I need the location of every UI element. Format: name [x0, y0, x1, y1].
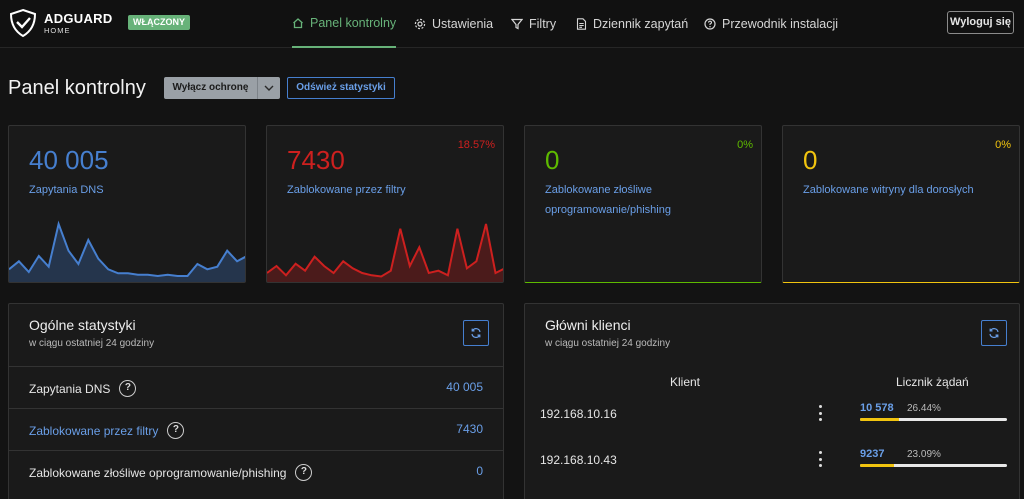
panel-subtitle: w ciągu ostatniej 24 godziny [545, 338, 671, 349]
help-icon[interactable]: ? [119, 380, 137, 397]
panel-title: Główni klienci [545, 317, 631, 333]
panel-subtitle: w ciągu ostatniej 24 godziny [29, 338, 155, 349]
filter-icon [511, 18, 523, 30]
protection-status-badge: WŁĄCZONY [128, 15, 190, 30]
blocked-filters-card: 18.57% 7430 Zablokowane przez filtry [266, 125, 504, 283]
request-percent: 26.44% [907, 403, 941, 414]
stat-row-label: Zablokowane złośliwe oprogramowanie/phis… [29, 465, 287, 480]
nav-label: Ustawienia [432, 17, 494, 31]
refresh-general-stats-button[interactable] [463, 320, 489, 346]
card-percent: 18.57% [457, 139, 495, 151]
stat-row-value[interactable]: 40 005 [446, 380, 483, 394]
request-percent: 23.09% [907, 449, 941, 460]
panel-title: Ogólne statystyki [29, 317, 136, 333]
gear-icon [414, 18, 426, 30]
dns-queries-card: 40 005 Zapytania DNS [8, 125, 246, 283]
nav-setup-guide[interactable]: Przewodnik instalacji [704, 0, 838, 48]
refresh-icon [471, 328, 481, 338]
nav-dashboard[interactable]: Panel kontrolny [292, 0, 397, 48]
card-value: 0 [545, 145, 560, 175]
column-header-requests[interactable]: Licznik żądań [896, 375, 969, 389]
stat-row-label-link[interactable]: Zablokowane przez filtry [29, 424, 158, 438]
more-options-icon[interactable] [815, 403, 825, 423]
help-icon[interactable]: ? [167, 422, 185, 439]
card-value: 7430 [287, 145, 345, 175]
card-label: Zapytania DNS [29, 184, 104, 196]
nav-label: Filtry [529, 17, 557, 31]
chevron-down-icon [264, 85, 274, 91]
dns-queries-sparkline [9, 220, 245, 282]
card-value: 0 [803, 145, 818, 175]
protection-dropdown-toggle[interactable] [257, 77, 280, 99]
nav-label: Dziennik zapytań [593, 17, 689, 31]
blocked-adult-card: 0% 0 Zablokowane witryny dla dorosłych [782, 125, 1020, 283]
card-value: 40 005 [29, 145, 109, 175]
request-share-bar [860, 418, 1007, 421]
brand-subtitle: HOME [44, 26, 71, 35]
client-row: 192.168.10.43 9237 23.09% [525, 448, 1019, 497]
nav-filters[interactable]: Filtry [511, 0, 556, 48]
stat-row-blocked-malware: Zablokowane złośliwe oprogramowanie/phis… [9, 450, 503, 491]
help-circle-icon [704, 18, 716, 30]
request-share-fill [860, 418, 899, 421]
general-statistics-panel: Ogólne statystyki w ciągu ostatniej 24 g… [8, 303, 504, 499]
refresh-clients-button[interactable] [981, 320, 1007, 346]
card-label: Zablokowane złośliwe oprogramowanie/phis… [545, 184, 671, 216]
stat-row-label: Zapytania DNS [29, 381, 111, 396]
nav-label: Panel kontrolny [310, 16, 397, 30]
nav-label: Przewodnik instalacji [722, 17, 839, 31]
stat-row-value[interactable]: 7430 [456, 422, 483, 436]
card-label: Zablokowane witryny dla dorosłych [803, 184, 974, 196]
home-icon [292, 17, 304, 29]
logout-button[interactable]: Wyloguj się [947, 11, 1014, 34]
brand-name[interactable]: ADGUARD [44, 11, 113, 26]
top-clients-panel: Główni klienci w ciągu ostatniej 24 godz… [524, 303, 1020, 499]
adguard-shield-icon[interactable] [8, 8, 38, 38]
stat-row-dns-queries: Zapytania DNS ? 40 005 [9, 366, 503, 407]
refresh-statistics-button[interactable]: Odśwież statystyki [287, 77, 395, 99]
card-percent: 0% [737, 139, 753, 151]
blocked-malware-card: 0% 0 Zablokowane złośliwe oprogramowanie… [524, 125, 762, 283]
stat-row-blocked-filters: Zablokowane przez filtry ? 7430 [9, 408, 503, 449]
more-options-icon[interactable] [815, 449, 825, 469]
client-row: 192.168.10.16 10 578 26.44% [525, 402, 1019, 451]
page-title: Panel kontrolny [8, 77, 146, 99]
disable-protection-button[interactable]: Wyłącz ochronę [164, 77, 257, 99]
card-percent: 0% [995, 139, 1011, 151]
client-ip[interactable]: 192.168.10.16 [540, 407, 617, 421]
refresh-icon [989, 328, 999, 338]
nav-query-log[interactable]: Dziennik zapytań [576, 0, 688, 48]
column-header-client[interactable]: Klient [670, 375, 700, 389]
card-label: Zablokowane przez filtry [287, 184, 406, 196]
top-header: ADGUARD HOME WŁĄCZONY Panel kontrolny Us… [0, 0, 1024, 48]
help-icon[interactable]: ? [295, 464, 313, 481]
blocked-filters-sparkline [267, 223, 503, 282]
document-icon [576, 18, 587, 30]
request-share-bar [860, 464, 1007, 467]
client-ip[interactable]: 192.168.10.43 [540, 453, 617, 467]
request-count[interactable]: 9237 [860, 448, 884, 460]
nav-settings[interactable]: Ustawienia [414, 0, 493, 48]
request-count[interactable]: 10 578 [860, 402, 894, 414]
request-share-fill [860, 464, 894, 467]
stat-row-value[interactable]: 0 [476, 464, 483, 478]
